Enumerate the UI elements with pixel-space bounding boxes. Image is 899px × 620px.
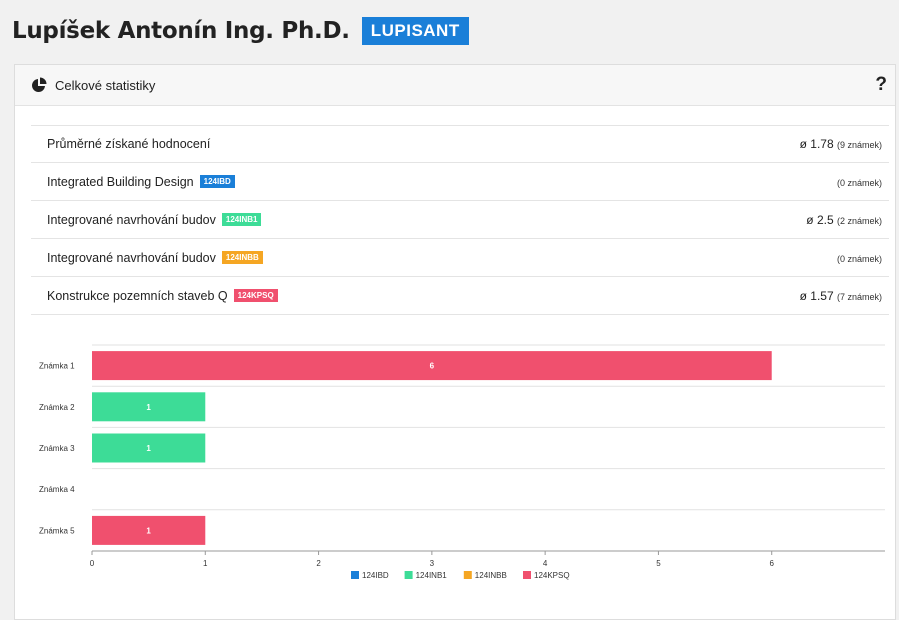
bar-value-label: 1 <box>146 403 151 412</box>
y-tick-label: Známka 3 <box>39 444 75 453</box>
bar-value-label: 1 <box>146 526 151 535</box>
legend-swatch <box>404 571 413 579</box>
legend-label: 124KPSQ <box>534 571 570 580</box>
legend-swatch <box>463 571 472 579</box>
legend-label: 124IBD <box>362 571 389 580</box>
legend-label: 124INB1 <box>416 571 448 580</box>
username-badge: LUPISANT <box>361 17 469 45</box>
x-tick-label: 4 <box>543 559 548 568</box>
y-tick-label: Známka 5 <box>39 526 75 535</box>
y-tick-label: Známka 2 <box>39 403 75 412</box>
x-tick-label: 6 <box>769 559 774 568</box>
grade-bar-chart: Známka 1 Známka 2 Známka 3 Známka 4 Známka 5… <box>39 344 885 580</box>
x-tick-label: 1 <box>203 559 208 568</box>
x-tick-label: 2 <box>316 559 321 568</box>
bar-value-label: 1 <box>146 444 151 453</box>
x-tick-label: 5 <box>656 559 661 568</box>
statistics-panel: Celkové statistiky ? Průměrné získané ho… <box>14 64 896 620</box>
x-tick-label: 3 <box>430 559 435 568</box>
profile-header: Lupíšek Antonín Ing. Ph.D. LUPISANT <box>12 12 469 50</box>
bar-value-label: 6 <box>430 362 435 371</box>
legend-swatch <box>351 571 359 579</box>
y-tick-label: Známka 4 <box>39 485 75 494</box>
y-tick-label: Známka 1 <box>39 362 75 371</box>
legend-swatch <box>523 571 531 579</box>
legend-label: 124INBB <box>475 571 507 580</box>
person-name: Lupíšek Antonín Ing. Ph.D. <box>12 18 350 44</box>
x-tick-label: 0 <box>90 559 95 568</box>
